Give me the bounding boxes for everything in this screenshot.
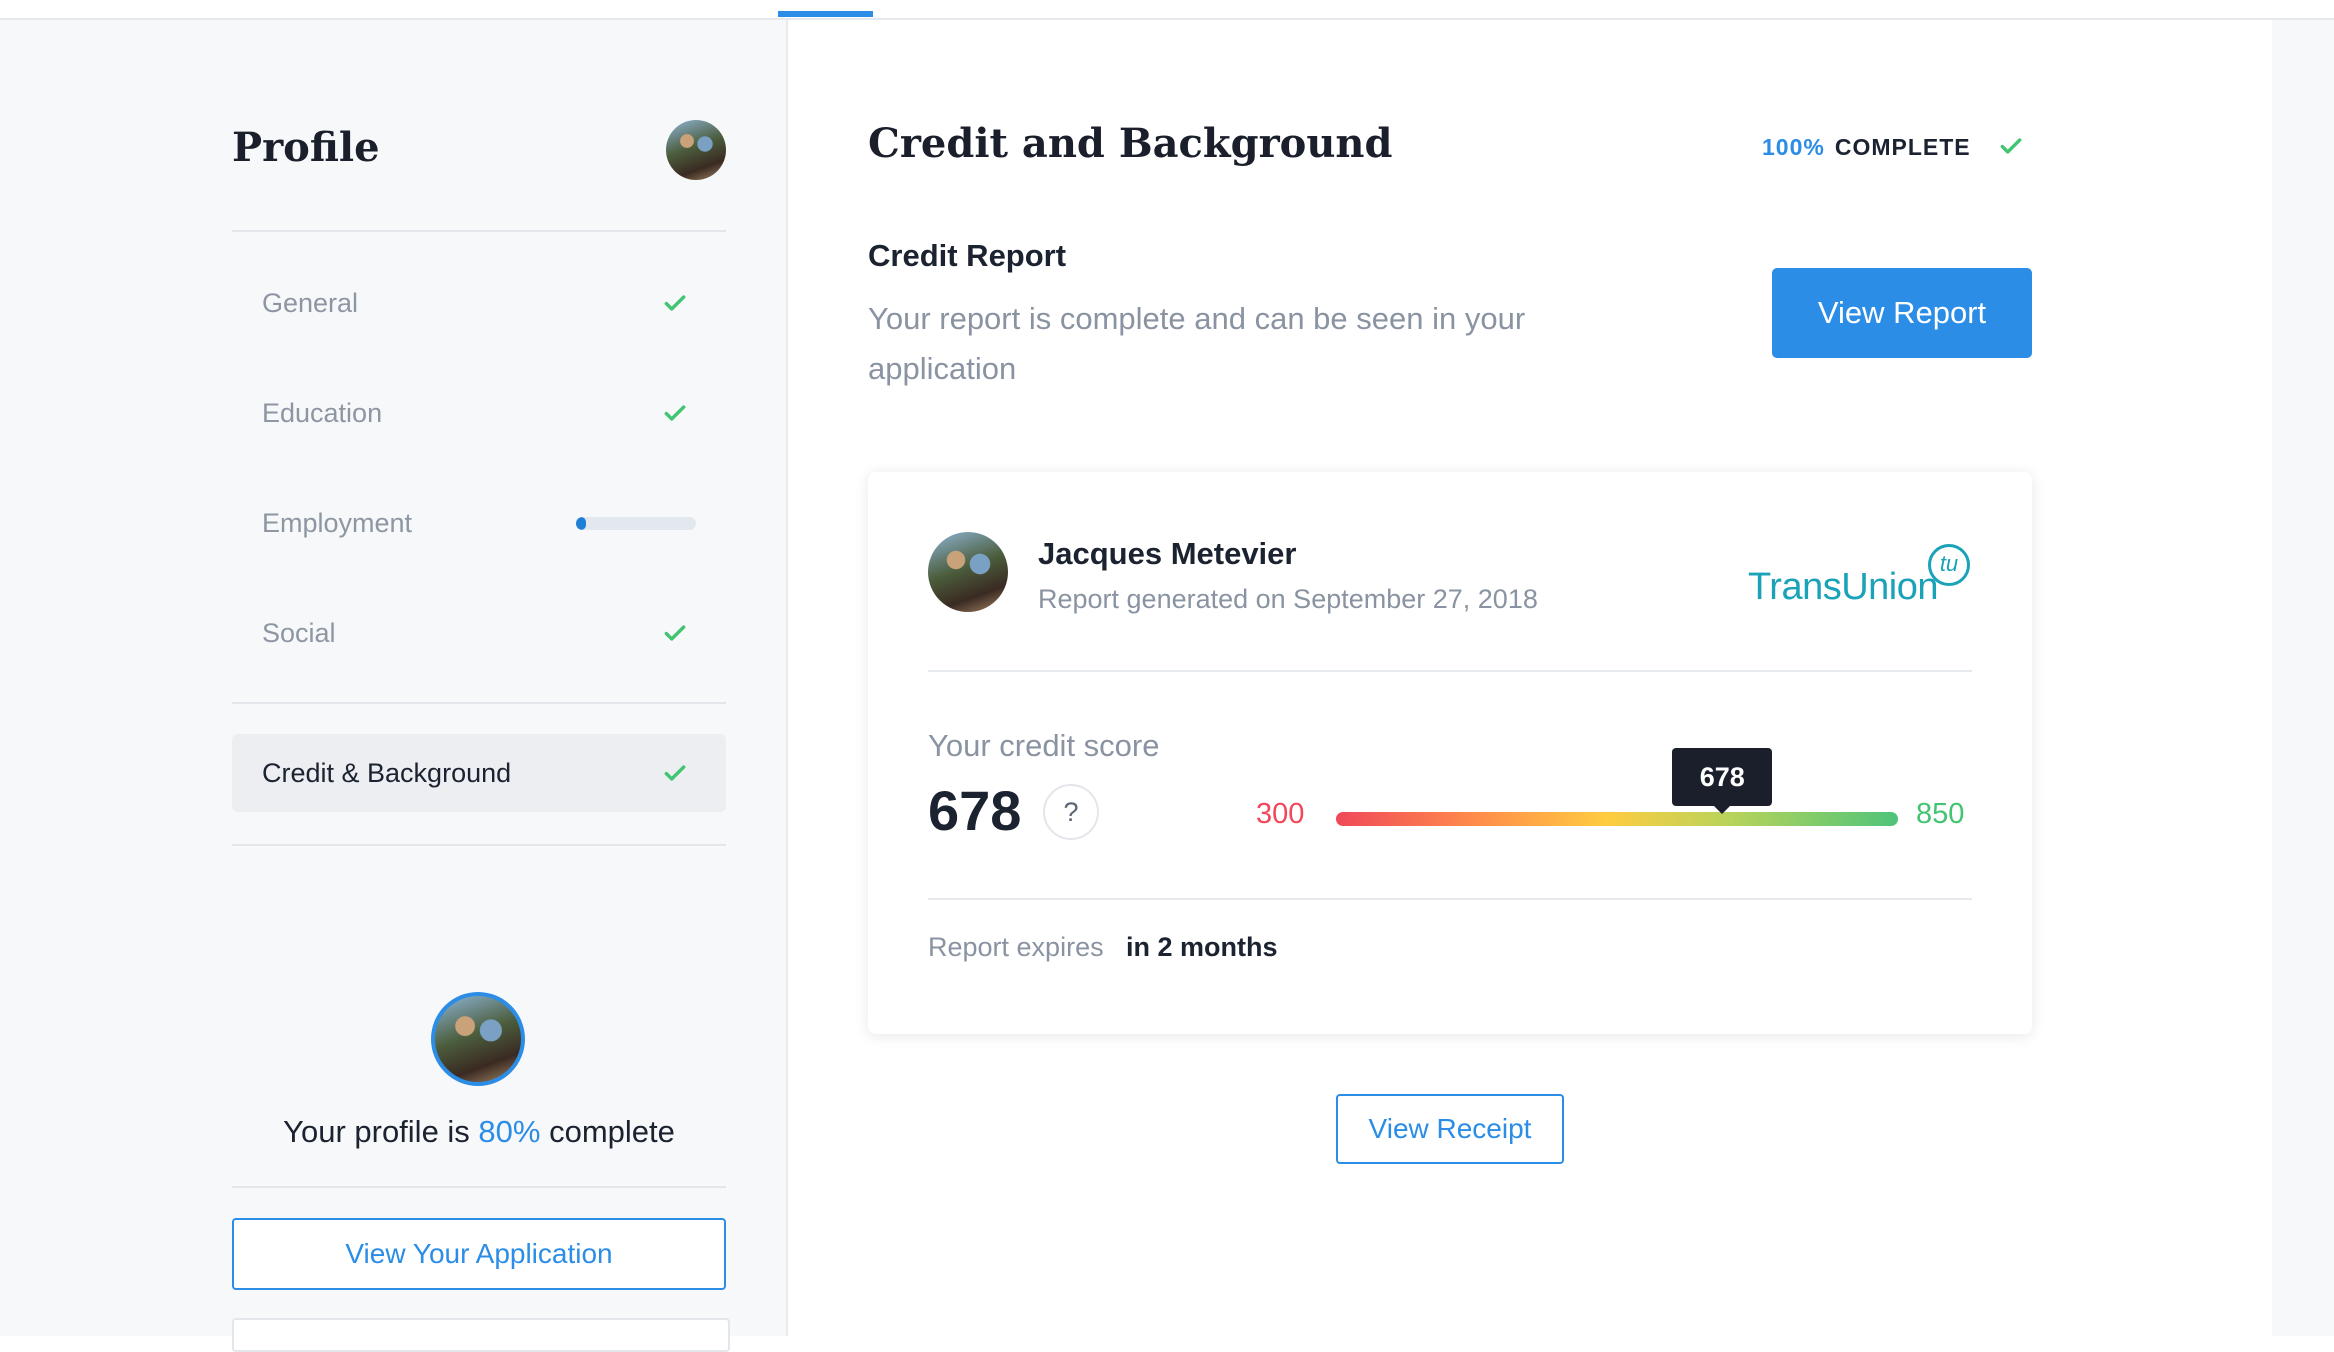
- transunion-mark-icon: tu: [1928, 544, 1970, 586]
- sidebar-divider: [232, 1186, 726, 1188]
- card-divider: [928, 898, 1972, 900]
- check-icon: [662, 400, 688, 426]
- sidebar-item-employment[interactable]: Employment: [232, 484, 726, 562]
- completion-badge-label: COMPLETE: [1834, 134, 1971, 160]
- employment-progress-bar: [576, 517, 696, 530]
- credit-report-card: Jacques Metevier Report generated on Sep…: [868, 472, 2032, 1034]
- top-tab-bar: [0, 0, 2334, 20]
- report-expires-label: Report expires: [928, 932, 1104, 962]
- completion-badge-percent: 100%: [1762, 134, 1825, 160]
- transunion-wordmark: TransUnion: [1748, 566, 1939, 608]
- applicant-name: Jacques Metevier: [1038, 536, 1297, 571]
- credit-report-description: Your report is complete and can be seen …: [868, 301, 1526, 386]
- sidebar-next-box[interactable]: [232, 1318, 730, 1352]
- credit-report-heading: Credit Report: [868, 238, 1067, 273]
- check-icon: [662, 760, 688, 786]
- score-min-label: 300: [1256, 798, 1305, 830]
- profile-avatar: [431, 992, 525, 1086]
- sidebar-item-label: Education: [262, 398, 383, 428]
- sidebar-item-credit-background[interactable]: Credit & Background: [232, 734, 726, 812]
- sidebar-divider: [232, 844, 726, 846]
- sidebar-item-label: Credit & Background: [262, 758, 512, 788]
- completion-suffix: complete: [540, 1114, 675, 1149]
- sidebar-item-education[interactable]: Education: [232, 374, 726, 452]
- completion-badge: 100% COMPLETE: [1762, 134, 1971, 161]
- report-expires-value: in 2 months: [1126, 932, 1278, 962]
- check-icon: [1998, 133, 2024, 159]
- right-gutter: [2272, 20, 2334, 1336]
- sidebar-item-label: Employment: [262, 508, 413, 538]
- sidebar-item-social[interactable]: Social: [232, 594, 726, 672]
- credit-score-gauge: [1336, 812, 1898, 826]
- sidebar-item-general[interactable]: General: [232, 264, 726, 342]
- page-title: Credit and Background: [868, 120, 1393, 167]
- sidebar-item-label: Social: [262, 618, 336, 648]
- employment-progress-fill: [576, 517, 586, 530]
- sidebar-title: Profile: [232, 124, 380, 171]
- credit-score-tooltip: 678: [1672, 748, 1773, 814]
- credit-score-value: 678: [928, 779, 1022, 842]
- sidebar-divider: [232, 702, 726, 704]
- card-divider: [928, 670, 1972, 672]
- active-tab-indicator: [778, 11, 873, 17]
- view-receipt-button[interactable]: View Receipt: [1336, 1094, 1564, 1164]
- completion-percent: 80%: [478, 1114, 541, 1149]
- report-generated-date: Report generated on September 27, 2018: [1038, 584, 1538, 614]
- avatar[interactable]: [666, 120, 726, 180]
- check-icon: [662, 620, 688, 646]
- profile-completion-text: Your profile is 80% complete: [232, 1114, 726, 1150]
- view-report-button[interactable]: View Report: [1772, 268, 2032, 358]
- avatar: [928, 532, 1008, 612]
- check-icon: [662, 290, 688, 316]
- credit-score-label: Your credit score: [928, 728, 1160, 763]
- view-application-button[interactable]: View Your Application: [232, 1218, 726, 1290]
- transunion-logo: TransUnion tu: [1748, 544, 1978, 618]
- sidebar-item-label: General: [262, 288, 359, 318]
- sidebar-divider: [232, 230, 726, 232]
- help-icon[interactable]: ?: [1043, 784, 1099, 840]
- completion-prefix: Your profile is: [283, 1114, 479, 1149]
- score-max-label: 850: [1916, 798, 1965, 830]
